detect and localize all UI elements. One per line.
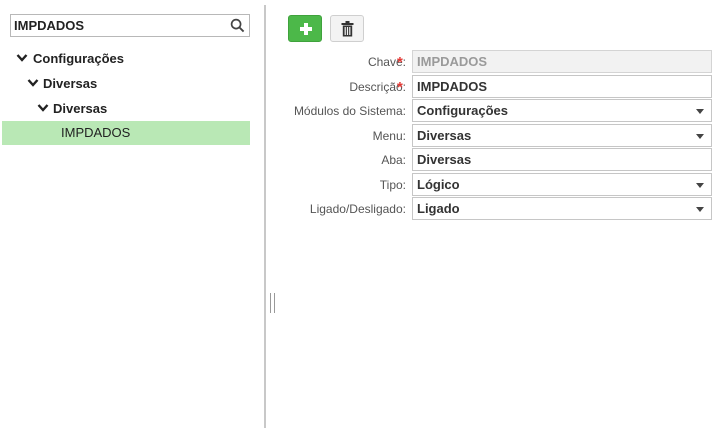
tree-node-label: IMPDADOS bbox=[61, 125, 131, 140]
delete-button[interactable] bbox=[330, 15, 364, 42]
form-row-chave: Chave: * IMPDADOS bbox=[266, 50, 720, 73]
menu-value: Diversas bbox=[417, 128, 472, 143]
ligado-label: Ligado/Desligado: bbox=[309, 202, 406, 216]
dropdown-caret-icon[interactable] bbox=[696, 183, 704, 188]
ligado-value: Ligado bbox=[417, 201, 460, 216]
tree-node-diversas[interactable]: Diversas bbox=[0, 71, 250, 96]
tree-node-label: Configurações bbox=[33, 51, 125, 66]
chave-field[interactable]: IMPDADOS bbox=[412, 50, 712, 73]
menu-label: Menu: bbox=[372, 129, 406, 143]
chevron-down-icon[interactable] bbox=[16, 53, 28, 63]
form-row-modulos: Módulos do Sistema: Configurações bbox=[266, 99, 720, 122]
menu-select[interactable]: Diversas bbox=[412, 124, 712, 147]
modulos-label: Módulos do Sistema: bbox=[293, 104, 406, 118]
tree-node-diversas-sub[interactable]: Diversas bbox=[0, 96, 250, 121]
trash-icon bbox=[341, 21, 354, 37]
tipo-label: Tipo: bbox=[379, 178, 406, 192]
aba-label: Aba: bbox=[381, 153, 406, 167]
form-row-descricao: Descrição: * IMPDADOS bbox=[266, 75, 720, 98]
descricao-field[interactable]: IMPDADOS bbox=[412, 75, 712, 98]
form-row-ligado: Ligado/Desligado: Ligado bbox=[266, 197, 720, 220]
tree-node-label: Diversas bbox=[53, 101, 108, 116]
dropdown-caret-icon[interactable] bbox=[696, 207, 704, 212]
form-row-menu: Menu: Diversas bbox=[266, 124, 720, 147]
modulos-value: Configurações bbox=[417, 103, 509, 118]
form-row-tipo: Tipo: Lógico bbox=[266, 173, 720, 196]
dropdown-caret-icon[interactable] bbox=[696, 134, 704, 139]
tree-node-label: Diversas bbox=[43, 76, 98, 91]
form-row-aba: Aba: Diversas bbox=[266, 148, 720, 171]
chevron-down-icon[interactable] bbox=[37, 103, 49, 113]
add-button[interactable] bbox=[288, 15, 322, 42]
tree-node-impdados-selected[interactable]: IMPDADOS bbox=[2, 121, 250, 145]
tree-view: Configurações Diversas Diversas IMPDADOS bbox=[0, 46, 250, 145]
required-marker: * bbox=[397, 79, 403, 96]
left-panel: Configurações Diversas Diversas IMPDADOS bbox=[0, 0, 265, 428]
search-box[interactable] bbox=[10, 14, 250, 37]
splitter-grip[interactable] bbox=[270, 293, 275, 313]
tipo-value: Lógico bbox=[417, 177, 460, 192]
tipo-select[interactable]: Lógico bbox=[412, 173, 712, 196]
search-icon[interactable] bbox=[230, 18, 245, 33]
aba-field[interactable]: Diversas bbox=[412, 148, 712, 171]
modulos-select[interactable]: Configurações bbox=[412, 99, 712, 122]
ligado-select[interactable]: Ligado bbox=[412, 197, 712, 220]
required-marker: * bbox=[397, 54, 403, 71]
search-input[interactable] bbox=[11, 15, 221, 36]
tree-node-configuracoes[interactable]: Configurações bbox=[0, 46, 250, 71]
dropdown-caret-icon[interactable] bbox=[696, 109, 704, 114]
chevron-down-icon[interactable] bbox=[27, 78, 39, 88]
plus-icon bbox=[300, 23, 312, 35]
